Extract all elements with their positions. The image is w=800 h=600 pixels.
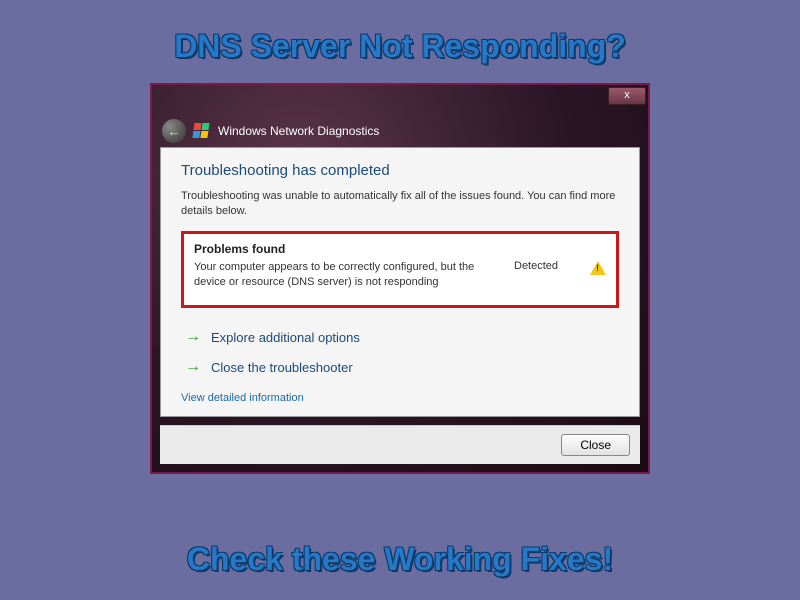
back-arrow-icon: ← <box>168 124 181 139</box>
diagnostics-window: x ← Windows Network Diagnostics Troubles… <box>150 83 650 474</box>
problem-description: Your computer appears to be correctly co… <box>194 260 514 290</box>
window-title: Windows Network Diagnostics <box>218 124 379 138</box>
close-button[interactable]: Close <box>561 434 630 456</box>
explore-options-link[interactable]: → Explore additional options <box>181 322 619 352</box>
content-panel: Troubleshooting has completed Troublesho… <box>160 147 640 417</box>
warning-icon <box>590 261 606 275</box>
back-button[interactable]: ← <box>162 119 186 143</box>
page-heading: Troubleshooting has completed <box>181 162 619 179</box>
explore-options-label: Explore additional options <box>211 330 360 345</box>
titlebar-close-button[interactable]: x <box>608 87 646 105</box>
view-detailed-info-link[interactable]: View detailed information <box>181 392 304 404</box>
close-troubleshooter-link[interactable]: → Close the troubleshooter <box>181 352 619 382</box>
windows-flag-icon <box>194 123 210 139</box>
problem-status: Detected <box>514 260 584 272</box>
problems-found-title: Problems found <box>194 242 606 256</box>
problem-row: Your computer appears to be correctly co… <box>194 260 606 290</box>
header-strip: ← Windows Network Diagnostics <box>152 115 648 147</box>
titlebar: x <box>152 85 648 115</box>
arrow-right-icon: → <box>185 358 201 376</box>
problems-found-box: Problems found Your computer appears to … <box>181 231 619 309</box>
banner-bottom-text: Check these Working Fixes! <box>0 541 800 578</box>
footer-bar: Close <box>160 425 640 464</box>
close-troubleshooter-label: Close the troubleshooter <box>211 360 353 375</box>
arrow-right-icon: → <box>185 328 201 346</box>
page-subtext: Troubleshooting was unable to automatica… <box>181 189 619 219</box>
banner-top-text: DNS Server Not Responding? <box>0 0 800 65</box>
